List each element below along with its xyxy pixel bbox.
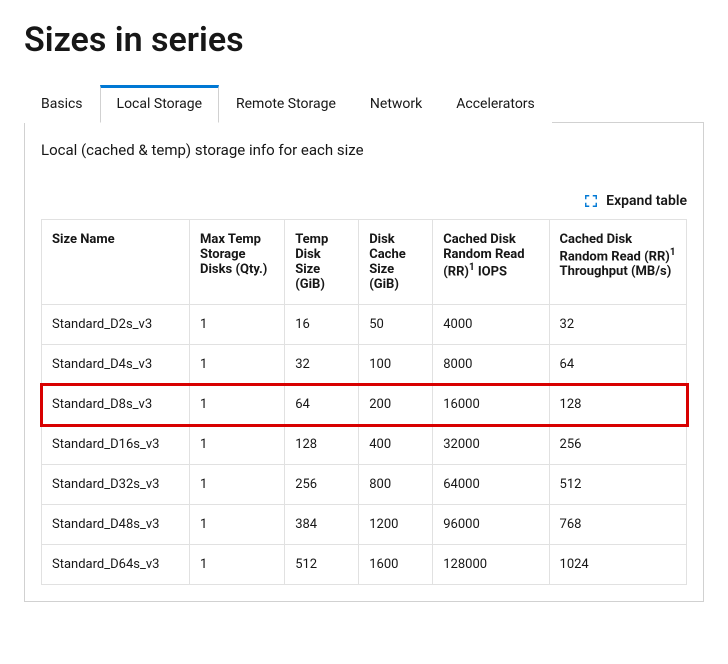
local-storage-panel: Local (cached & temp) storage info for e… <box>24 122 704 602</box>
cell-cache: 1200 <box>359 505 433 545</box>
cell-tmp: 384 <box>285 505 359 545</box>
table-header-row: Size Name Max Temp Storage Disks (Qty.) … <box>42 220 687 305</box>
cell-cache: 100 <box>359 345 433 385</box>
cell-tp: 64 <box>549 345 686 385</box>
cell-name: Standard_D16s_v3 <box>42 425 190 465</box>
cell-name: Standard_D8s_v3 <box>42 385 190 425</box>
tab-network[interactable]: Network <box>353 85 439 123</box>
tab-accelerators[interactable]: Accelerators <box>439 85 552 123</box>
cell-tp: 512 <box>549 465 686 505</box>
tabs: BasicsLocal StorageRemote StorageNetwork… <box>24 84 704 122</box>
cell-name: Standard_D32s_v3 <box>42 465 190 505</box>
cell-tp: 128 <box>549 385 686 425</box>
cell-cache: 1600 <box>359 545 433 585</box>
cell-name: Standard_D64s_v3 <box>42 545 190 585</box>
cell-tp: 768 <box>549 505 686 545</box>
table-row: Standard_D8s_v316420016000128 <box>42 385 687 425</box>
expand-icon <box>584 194 598 208</box>
col-temp-disk-size: Temp Disk Size (GiB) <box>285 220 359 305</box>
tab-basics[interactable]: Basics <box>24 85 100 123</box>
cell-iops: 96000 <box>433 505 549 545</box>
col-cached-rr-throughput: Cached Disk Random Read (RR)1 Throughput… <box>549 220 686 305</box>
cell-qty: 1 <box>190 305 285 345</box>
cell-tmp: 32 <box>285 345 359 385</box>
cell-name: Standard_D2s_v3 <box>42 305 190 345</box>
table-row: Standard_D2s_v311650400032 <box>42 305 687 345</box>
cell-tmp: 64 <box>285 385 359 425</box>
sizes-table: Size Name Max Temp Storage Disks (Qty.) … <box>41 219 687 585</box>
cell-iops: 128000 <box>433 545 549 585</box>
table-row: Standard_D16s_v3112840032000256 <box>42 425 687 465</box>
cell-qty: 1 <box>190 465 285 505</box>
cell-tp: 32 <box>549 305 686 345</box>
cell-iops: 32000 <box>433 425 549 465</box>
cell-tp: 256 <box>549 425 686 465</box>
page-title: Sizes in series <box>24 20 704 60</box>
table-row: Standard_D48s_v31384120096000768 <box>42 505 687 545</box>
col-cached-rr-iops: Cached Disk Random Read (RR)1 IOPS <box>433 220 549 305</box>
cell-qty: 1 <box>190 545 285 585</box>
col-size-name: Size Name <box>42 220 190 305</box>
cell-iops: 8000 <box>433 345 549 385</box>
col-max-temp-disks: Max Temp Storage Disks (Qty.) <box>190 220 285 305</box>
cell-iops: 16000 <box>433 385 549 425</box>
cell-qty: 1 <box>190 505 285 545</box>
cell-name: Standard_D4s_v3 <box>42 345 190 385</box>
cell-cache: 400 <box>359 425 433 465</box>
cell-qty: 1 <box>190 425 285 465</box>
cell-tmp: 128 <box>285 425 359 465</box>
cell-tp: 1024 <box>549 545 686 585</box>
cell-tmp: 256 <box>285 465 359 505</box>
cell-iops: 4000 <box>433 305 549 345</box>
cell-cache: 800 <box>359 465 433 505</box>
tab-local-storage[interactable]: Local Storage <box>100 85 219 123</box>
tab-remote-storage[interactable]: Remote Storage <box>219 85 353 123</box>
table-row: Standard_D32s_v3125680064000512 <box>42 465 687 505</box>
table-row: Standard_D64s_v3151216001280001024 <box>42 545 687 585</box>
cell-cache: 50 <box>359 305 433 345</box>
panel-description: Local (cached & temp) storage info for e… <box>41 141 687 159</box>
cell-cache: 200 <box>359 385 433 425</box>
cell-name: Standard_D48s_v3 <box>42 505 190 545</box>
expand-table-label: Expand table <box>606 193 687 209</box>
cell-tmp: 16 <box>285 305 359 345</box>
expand-table-button[interactable]: Expand table <box>41 193 687 209</box>
cell-qty: 1 <box>190 385 285 425</box>
cell-iops: 64000 <box>433 465 549 505</box>
cell-qty: 1 <box>190 345 285 385</box>
table-row: Standard_D4s_v3132100800064 <box>42 345 687 385</box>
col-disk-cache-size: Disk Cache Size (GiB) <box>359 220 433 305</box>
cell-tmp: 512 <box>285 545 359 585</box>
